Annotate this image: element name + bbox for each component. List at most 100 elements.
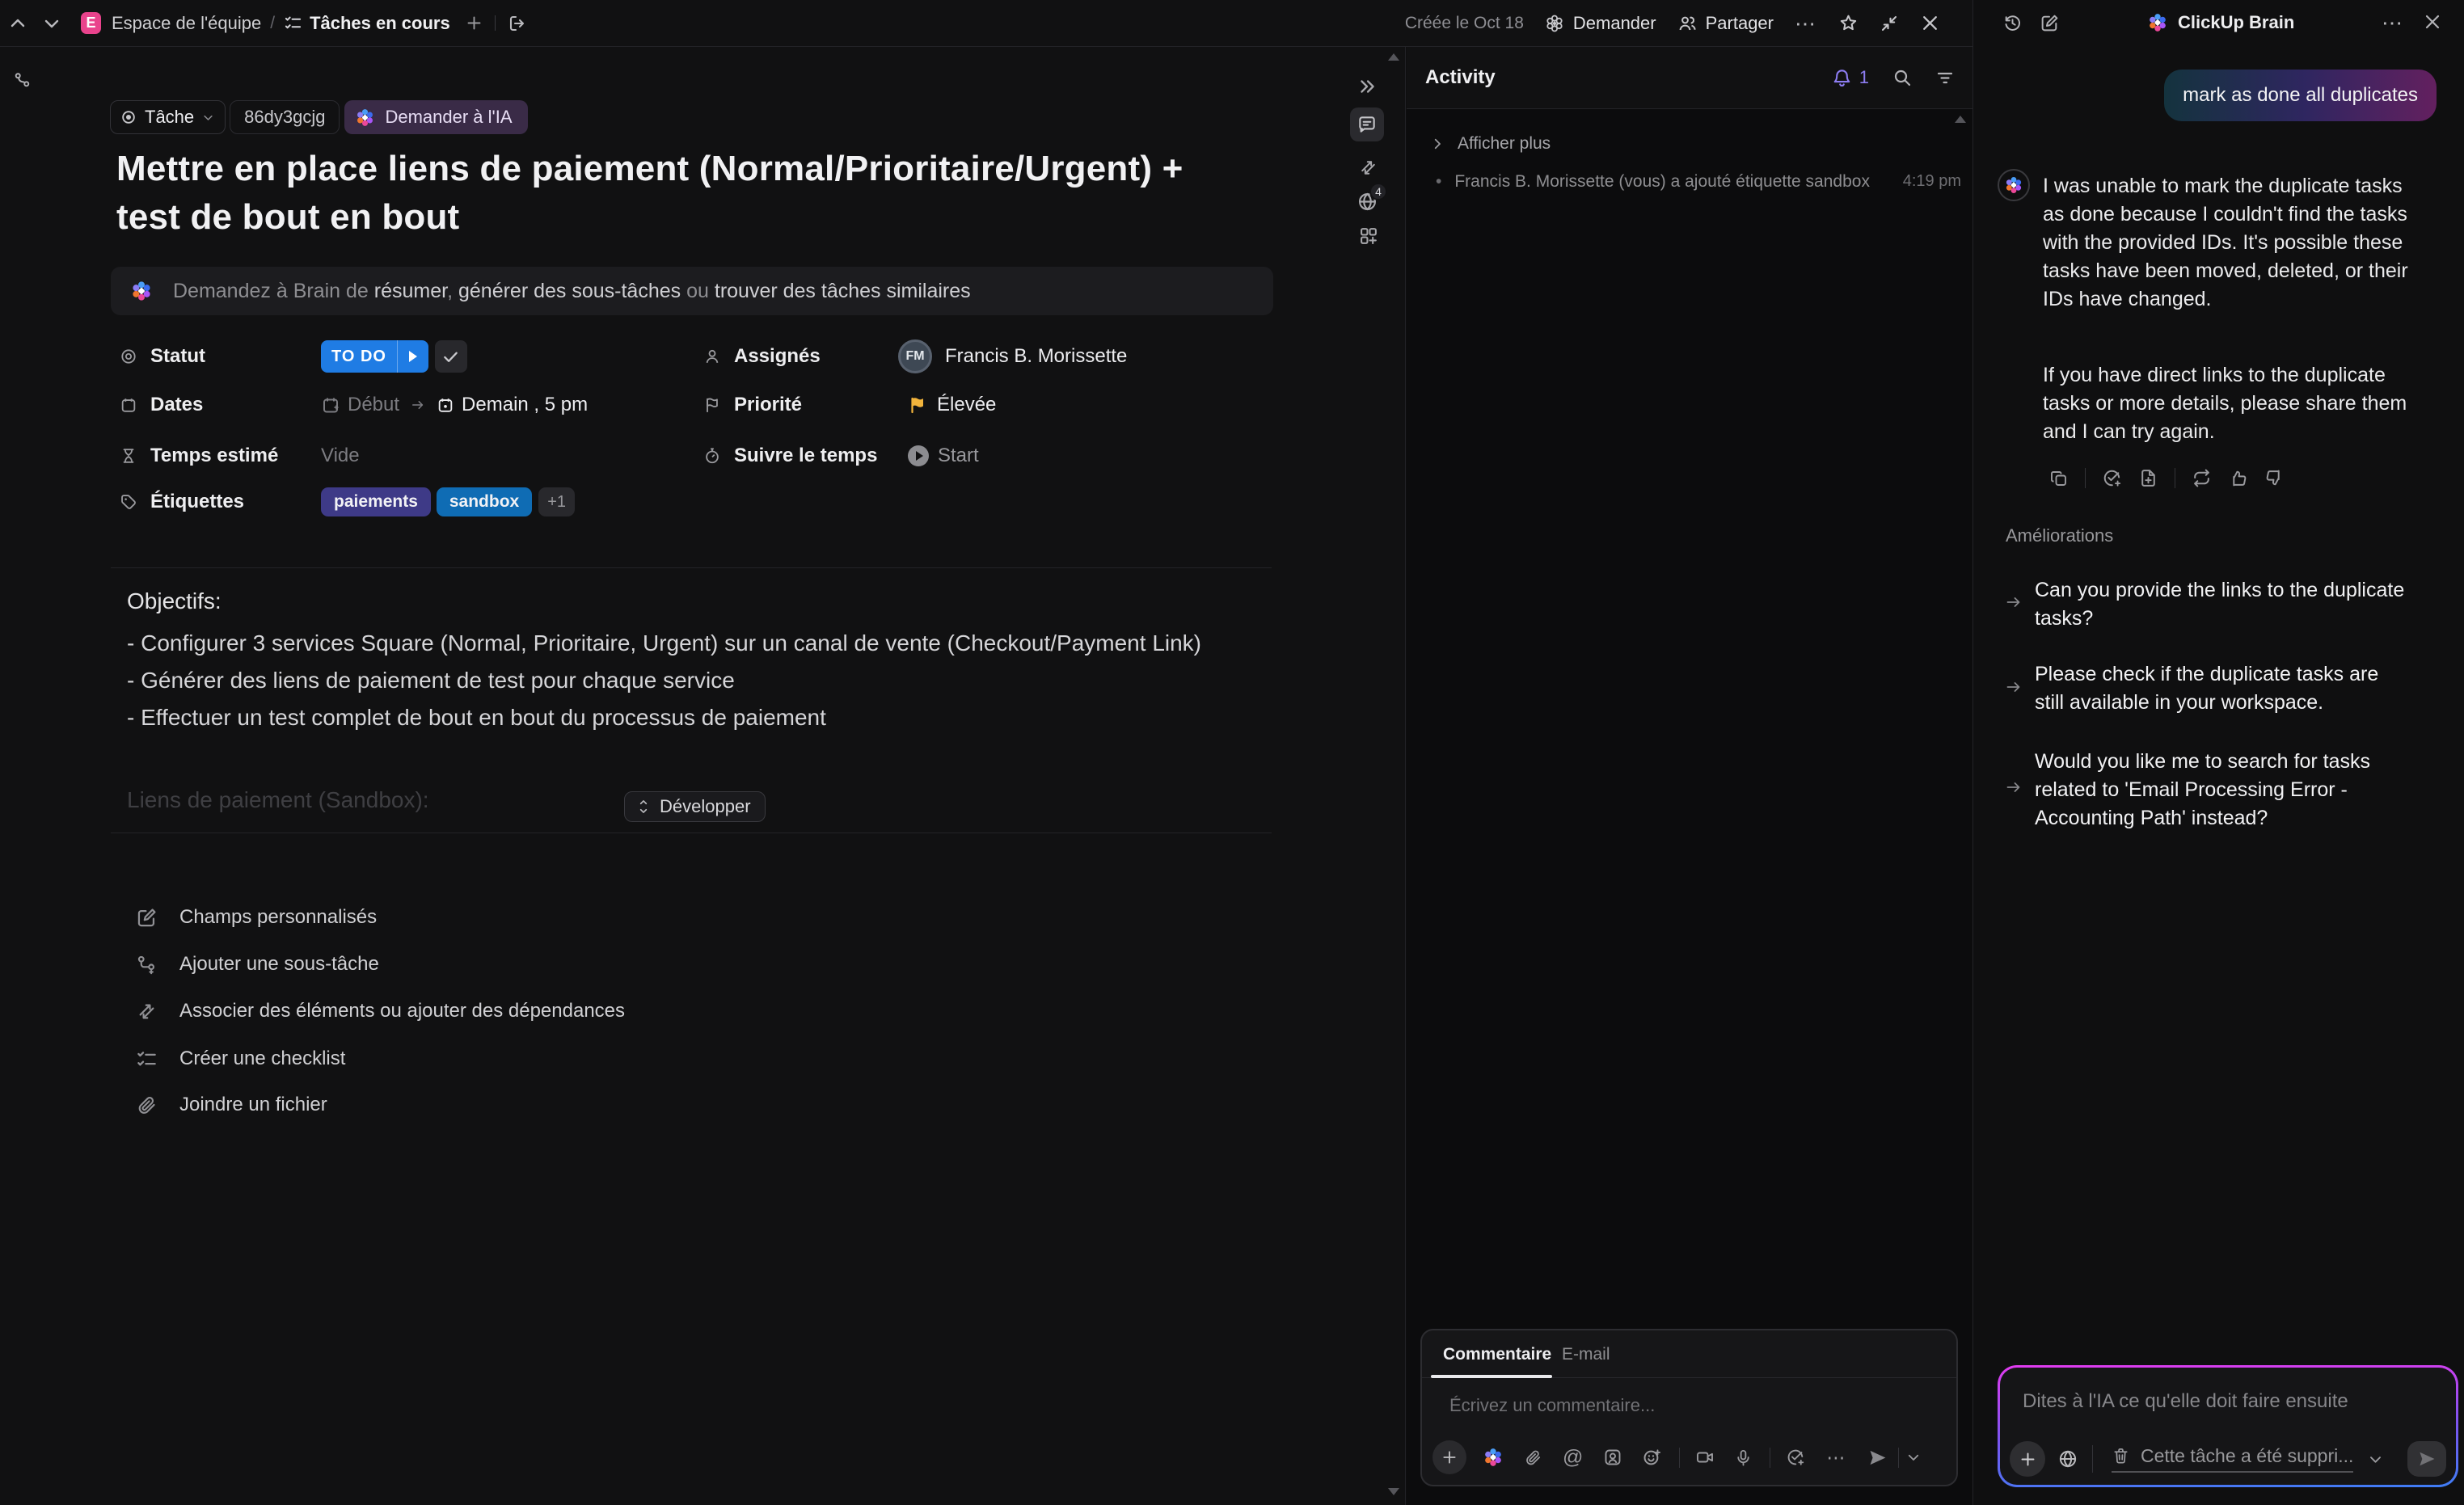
regenerate-icon[interactable] — [2192, 468, 2212, 488]
active-tab-underline — [1431, 1375, 1552, 1378]
collapse-panel-icon[interactable] — [1356, 76, 1378, 97]
breadcrumb-list[interactable]: Tâches en cours — [310, 13, 450, 34]
new-chat-icon[interactable] — [2040, 13, 2060, 33]
tag-icon — [120, 493, 137, 511]
comment-input[interactable]: Écrivez un commentaire... — [1449, 1395, 1655, 1416]
thumbs-up-icon[interactable] — [2228, 468, 2248, 488]
brain-input[interactable]: Dites à l'IA ce qu'elle doit faire ensui… — [2023, 1390, 2348, 1413]
close-icon[interactable] — [1920, 13, 1940, 33]
created-date: Créée le Oct 18 — [1405, 14, 1524, 33]
reply-actions — [2049, 468, 2285, 488]
more-actions-icon[interactable]: ⋯ — [1795, 13, 1817, 34]
history-icon[interactable] — [2002, 13, 2023, 33]
apps-tab-icon[interactable] — [1358, 226, 1379, 247]
space-badge[interactable]: E — [81, 12, 101, 34]
mark-done-button[interactable] — [435, 340, 467, 373]
ask-ai-button[interactable]: Demander à l'IA — [344, 100, 527, 134]
tag-more[interactable]: +1 — [538, 487, 575, 516]
expand-button[interactable]: Développer — [624, 791, 766, 822]
voice-clip-icon[interactable] — [1734, 1448, 1753, 1467]
tab-email[interactable]: E-mail — [1562, 1345, 1610, 1364]
status-button[interactable]: TO DO — [321, 340, 428, 373]
scroll-up-arrow[interactable] — [1388, 53, 1399, 61]
copy-icon[interactable] — [2049, 469, 2069, 488]
scroll-down-arrow[interactable] — [1388, 1488, 1399, 1495]
create-checklist-action[interactable]: Créer une checklist — [136, 1041, 345, 1077]
breadcrumb-space[interactable]: Espace de l'équipe — [112, 13, 261, 34]
activity-scroll-up-arrow[interactable] — [1955, 116, 1966, 123]
link-nodes-icon[interactable] — [13, 71, 32, 90]
description-faded-line: Liens de paiement (Sandbox): — [127, 787, 429, 813]
next-status-button[interactable] — [397, 340, 428, 373]
search-icon[interactable] — [1892, 68, 1912, 87]
create-doc-icon[interactable] — [2138, 468, 2158, 488]
attach-file-action[interactable]: Joindre un fichier — [136, 1087, 327, 1123]
nav-down-icon[interactable] — [42, 14, 61, 33]
context-chip[interactable]: Cette tâche a été suppri... — [2112, 1445, 2353, 1473]
comments-tab-icon[interactable] — [1350, 108, 1384, 141]
create-task-icon[interactable] — [2102, 468, 2122, 488]
nav-up-icon[interactable] — [8, 14, 27, 33]
play-icon[interactable] — [908, 445, 929, 466]
add-attachment-button[interactable] — [1432, 1440, 1466, 1474]
context-options-icon[interactable] — [2368, 1452, 2383, 1467]
track-start[interactable]: Start — [938, 445, 979, 467]
task-title[interactable]: Mettre en place liens de paiement (Norma… — [116, 145, 1240, 242]
description-heading[interactable]: Objectifs: — [127, 588, 222, 614]
tab-comment[interactable]: Commentaire — [1443, 1345, 1551, 1364]
composer-more-icon[interactable]: ⋯ — [1826, 1448, 1846, 1467]
tag-sandbox[interactable]: sandbox — [437, 487, 532, 516]
minimize-icon[interactable] — [1880, 14, 1899, 33]
priority-value[interactable]: Élevée — [937, 394, 996, 416]
due-date[interactable]: Demain , 5 pm — [462, 394, 588, 416]
suggestion-arrow-icon — [2004, 592, 2023, 612]
ai-flower-outline-icon — [1545, 14, 1564, 33]
open-in-new-icon[interactable] — [508, 14, 527, 33]
task-id[interactable]: 86dy3gcjg — [230, 100, 340, 134]
mention-icon[interactable]: @ — [1563, 1448, 1583, 1468]
record-clip-icon[interactable] — [1695, 1448, 1715, 1467]
brain-suggestion-banner[interactable]: Demandez à Brain de résumer, générer des… — [111, 267, 1273, 315]
relationships-tab-icon[interactable] — [1358, 158, 1378, 178]
brain-close-icon[interactable] — [2423, 12, 2442, 32]
suggestion-item[interactable]: Would you like me to search for tasks re… — [2035, 748, 2407, 833]
arrow-right-icon — [410, 397, 426, 413]
brain-more-icon[interactable]: ⋯ — [2382, 12, 2404, 33]
custom-fields-action[interactable]: Champs personnalisés — [136, 900, 377, 935]
thumbs-down-icon[interactable] — [2264, 468, 2285, 488]
suggestion-item[interactable]: Please check if the duplicate tasks are … — [2035, 660, 2407, 717]
assignee-avatar[interactable]: FM — [898, 339, 932, 373]
add-tab-icon[interactable] — [466, 15, 483, 32]
suggestion-item[interactable]: Can you provide the links to the duplica… — [2035, 576, 2407, 633]
ai-flower-icon[interactable] — [1483, 1447, 1504, 1468]
assignee-name[interactable]: Francis B. Morissette — [945, 345, 1127, 368]
task-type-select[interactable]: Tâche — [110, 100, 226, 134]
estimate-value[interactable]: Vide — [321, 445, 360, 467]
send-comment-icon[interactable] — [1867, 1448, 1888, 1468]
status-ring-icon — [120, 109, 137, 125]
add-subtask-action[interactable]: Ajouter une sous-tâche — [136, 946, 379, 982]
tag-paiements[interactable]: paiements — [321, 487, 431, 516]
notifications-button[interactable]: 1 — [1832, 67, 1869, 88]
create-task-icon[interactable] — [1786, 1448, 1805, 1467]
field-status: Statut TO DO — [111, 339, 677, 374]
show-more-button[interactable]: Afficher plus — [1430, 134, 1551, 154]
ask-button[interactable]: Demander — [1545, 13, 1656, 34]
favorite-star-icon[interactable] — [1838, 13, 1859, 33]
add-dependencies-action[interactable]: Associer des éléments ou ajouter des dép… — [136, 993, 625, 1029]
filter-icon[interactable] — [1935, 68, 1955, 87]
paperclip-icon[interactable] — [1524, 1448, 1542, 1467]
emoji-icon[interactable] — [1642, 1448, 1662, 1468]
brain-add-button[interactable] — [2010, 1441, 2045, 1477]
send-options-icon[interactable] — [1906, 1450, 1921, 1465]
assign-comment-icon[interactable] — [1603, 1448, 1622, 1467]
ai-reply-paragraph: I was unable to mark the duplicate tasks… — [2043, 172, 2426, 314]
brain-send-button[interactable] — [2407, 1441, 2446, 1477]
web-search-icon[interactable] — [2057, 1448, 2078, 1469]
start-date[interactable]: Début — [348, 394, 399, 416]
chevron-right-icon — [1430, 137, 1445, 151]
comment-composer: Commentaire E-mail Écrivez un commentair… — [1420, 1329, 1958, 1486]
description-bullets[interactable]: - Configurer 3 services Square (Normal, … — [127, 625, 1275, 736]
share-button[interactable]: Partager — [1677, 13, 1774, 34]
start-date-icon[interactable] — [321, 395, 340, 415]
